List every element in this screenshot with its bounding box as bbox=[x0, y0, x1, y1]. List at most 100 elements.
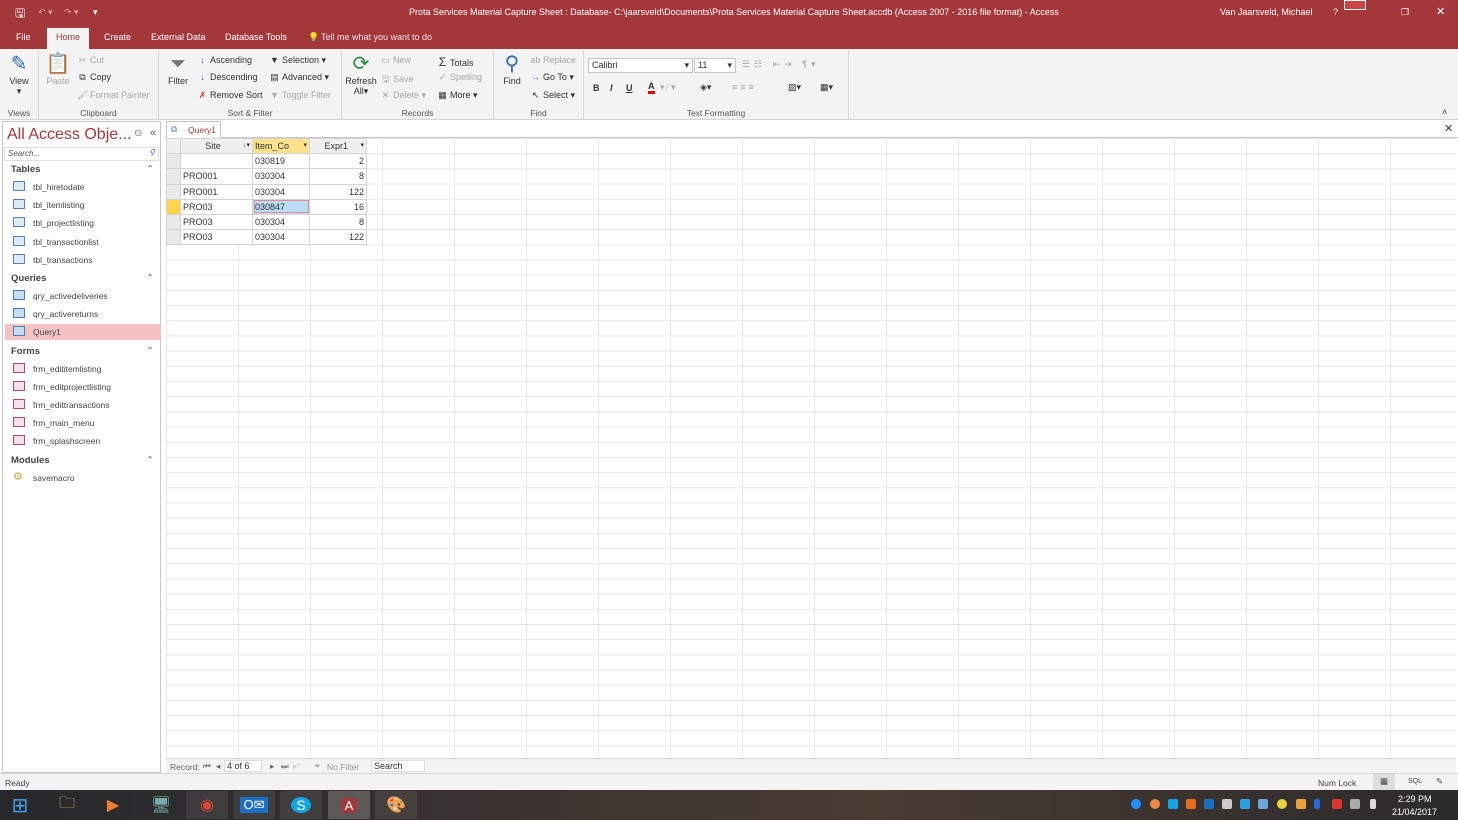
undo-icon[interactable]: ↶ ▾ bbox=[38, 7, 53, 18]
nav-item[interactable]: tbl_hiretodate bbox=[5, 179, 161, 195]
nav-section-forms[interactable]: Forms ⌃ bbox=[11, 346, 154, 357]
collapse-section-icon[interactable]: ⌃ bbox=[146, 346, 154, 357]
tell-me-input[interactable]: Tell me what you want to do bbox=[321, 32, 432, 42]
format-painter-button[interactable]: 🖌 Format Painter bbox=[77, 90, 150, 101]
spelling-button[interactable]: ✓ Spelling bbox=[437, 72, 482, 83]
row-selector[interactable] bbox=[166, 153, 181, 170]
chrome-tray-icon[interactable] bbox=[1150, 799, 1160, 809]
signal-tray-icon[interactable] bbox=[1277, 799, 1287, 809]
access-icon[interactable]: A bbox=[328, 791, 370, 819]
nav-section-modules[interactable]: Modules ⌃ bbox=[11, 455, 154, 466]
tab-database-tools[interactable]: Database Tools bbox=[225, 32, 287, 42]
cell-expr1[interactable]: 8 bbox=[309, 213, 367, 231]
cell-expr1[interactable]: 2 bbox=[309, 153, 367, 170]
skype-icon[interactable]: S bbox=[280, 791, 322, 819]
clipboard-tray-icon[interactable] bbox=[1222, 799, 1232, 809]
cell-expr1[interactable]: 16 bbox=[309, 198, 367, 215]
chat-tray-icon[interactable] bbox=[1240, 799, 1250, 809]
close-document-icon[interactable]: ✕ bbox=[1444, 122, 1453, 135]
toggle-filter-button[interactable]: ▼ Toggle Filter bbox=[269, 90, 331, 100]
datasheet-search-input[interactable]: Search bbox=[371, 760, 425, 772]
cell-expr1[interactable]: 8 bbox=[309, 168, 367, 185]
copy-button[interactable]: ⧉ Copy bbox=[77, 72, 111, 83]
delete-record-button[interactable]: ✕ Delete ▾ bbox=[380, 90, 426, 101]
design-view-icon[interactable]: ✎ bbox=[1436, 776, 1443, 787]
table-row[interactable]: 030819 2 bbox=[166, 153, 367, 170]
network-tray-icon[interactable] bbox=[1258, 799, 1268, 809]
cell-item-code[interactable]: 030304 bbox=[252, 168, 310, 185]
record-position-input[interactable]: 4 of 6 bbox=[224, 760, 262, 772]
bluetooth-tray-icon[interactable] bbox=[1314, 799, 1320, 809]
nav-item[interactable]: frm_editprojectlisting bbox=[5, 379, 161, 395]
nav-item[interactable]: ⚙ savemacro bbox=[5, 470, 161, 486]
alternate-row-color-icon[interactable]: ▨▾ bbox=[788, 82, 801, 93]
find-button[interactable]: ⚲ Find bbox=[498, 52, 526, 86]
sql-view-button[interactable]: SQL bbox=[1408, 778, 1422, 785]
nav-item[interactable]: frm_main_menu bbox=[5, 415, 161, 431]
cell-item-code[interactable]: 030304 bbox=[252, 213, 310, 231]
nav-item[interactable]: tbl_transactionlist bbox=[5, 234, 161, 250]
nav-menu-icon[interactable]: ⊙ bbox=[134, 128, 142, 139]
nav-title[interactable]: All Access Obje... bbox=[7, 126, 132, 144]
cell-item-code[interactable]: 030847 bbox=[252, 198, 310, 215]
highlight-icon[interactable]: ▾ ⁄ ▾ bbox=[660, 82, 676, 93]
tab-file[interactable]: File bbox=[16, 32, 31, 42]
media-player-icon[interactable]: ▶ bbox=[92, 791, 134, 819]
document-tab-query1[interactable]: ⧉ Query1 bbox=[166, 121, 221, 138]
collapse-section-icon[interactable]: ⌃ bbox=[146, 455, 154, 466]
column-header-site[interactable]: Site ↓▾ bbox=[180, 137, 253, 155]
row-selector[interactable] bbox=[166, 168, 181, 185]
restore-button[interactable]: ❐ bbox=[1401, 7, 1409, 18]
table-row[interactable]: PRO03 030847 16 bbox=[166, 198, 367, 215]
action-center-tray-icon[interactable] bbox=[1332, 799, 1342, 809]
app-tray-icon[interactable] bbox=[1186, 799, 1196, 809]
network-app-icon[interactable]: 🖥 bbox=[140, 791, 182, 819]
cell-site[interactable]: PRO03 bbox=[180, 229, 253, 246]
align-buttons[interactable]: ≡≡≡ bbox=[732, 82, 757, 92]
bold-button[interactable]: B bbox=[593, 83, 600, 93]
file-explorer-icon[interactable]: 🗀 bbox=[46, 791, 88, 819]
nav-item[interactable]: tbl_transactions bbox=[5, 252, 161, 268]
row-selector[interactable] bbox=[166, 213, 181, 231]
nav-item[interactable]: frm_edittransactions bbox=[5, 397, 161, 413]
goto-button[interactable]: → Go To ▾ bbox=[530, 72, 574, 83]
tab-create[interactable]: Create bbox=[104, 32, 131, 42]
table-row[interactable]: PRO03 030304 8 bbox=[166, 213, 367, 231]
redo-icon[interactable]: ↷ ▾ bbox=[64, 7, 79, 18]
cell-site[interactable]: PRO001 bbox=[180, 168, 253, 185]
cell-item-code[interactable]: 030304 bbox=[252, 183, 310, 200]
fill-color-icon[interactable]: ◈▾ bbox=[700, 82, 711, 93]
underline-button[interactable]: U bbox=[626, 83, 633, 93]
italic-button[interactable]: I bbox=[610, 83, 613, 93]
datasheet-view-icon[interactable]: ▦ bbox=[1373, 774, 1395, 790]
nav-item[interactable]: frm_splashscreen bbox=[5, 433, 161, 449]
new-record-button[interactable]: ▭ New bbox=[380, 55, 411, 66]
filter-status[interactable]: No Filter bbox=[327, 762, 359, 772]
selection-button[interactable]: ▼ Selection ▾ bbox=[269, 55, 326, 66]
select-button[interactable]: ↖ Select ▾ bbox=[530, 90, 575, 101]
tab-external-data[interactable]: External Data bbox=[151, 32, 206, 42]
remove-sort-button[interactable]: ✗ Remove Sort bbox=[197, 90, 263, 101]
cell-item-code[interactable]: 030819 bbox=[252, 153, 310, 170]
close-button[interactable]: ✕ bbox=[1436, 5, 1445, 18]
row-selector[interactable] bbox=[166, 183, 181, 200]
minimize-button[interactable] bbox=[1344, 0, 1366, 10]
cut-button[interactable]: ✂ Cut bbox=[77, 55, 104, 66]
paint-icon[interactable]: 🎨 bbox=[375, 791, 417, 819]
ascending-button[interactable]: ↓ Ascending bbox=[197, 55, 252, 65]
last-record-button[interactable]: ⏭ bbox=[281, 761, 289, 772]
new-record-nav-button[interactable]: ▸* bbox=[293, 761, 301, 772]
column-header-item-code[interactable]: Item_Co ▾ bbox=[252, 137, 310, 155]
cell-site[interactable]: PRO03 bbox=[180, 213, 253, 231]
table-row[interactable]: PRO03 030304 122 bbox=[166, 229, 367, 246]
previous-record-button[interactable]: ◂ bbox=[216, 761, 220, 772]
nav-section-tables[interactable]: Tables ⌃ bbox=[11, 164, 154, 175]
select-all-corner[interactable] bbox=[166, 137, 181, 155]
skype-tray-icon[interactable] bbox=[1168, 799, 1178, 809]
nav-section-queries[interactable]: Queries ⌃ bbox=[11, 273, 154, 284]
collapse-ribbon-icon[interactable]: ˄ bbox=[1442, 107, 1447, 117]
nav-item[interactable]: tbl_itemlisting bbox=[5, 197, 161, 213]
totals-button[interactable]: Σ Totals bbox=[437, 55, 474, 69]
help-button[interactable]: ? bbox=[1333, 7, 1338, 17]
gridlines-icon[interactable]: ▦▾ bbox=[820, 82, 833, 93]
